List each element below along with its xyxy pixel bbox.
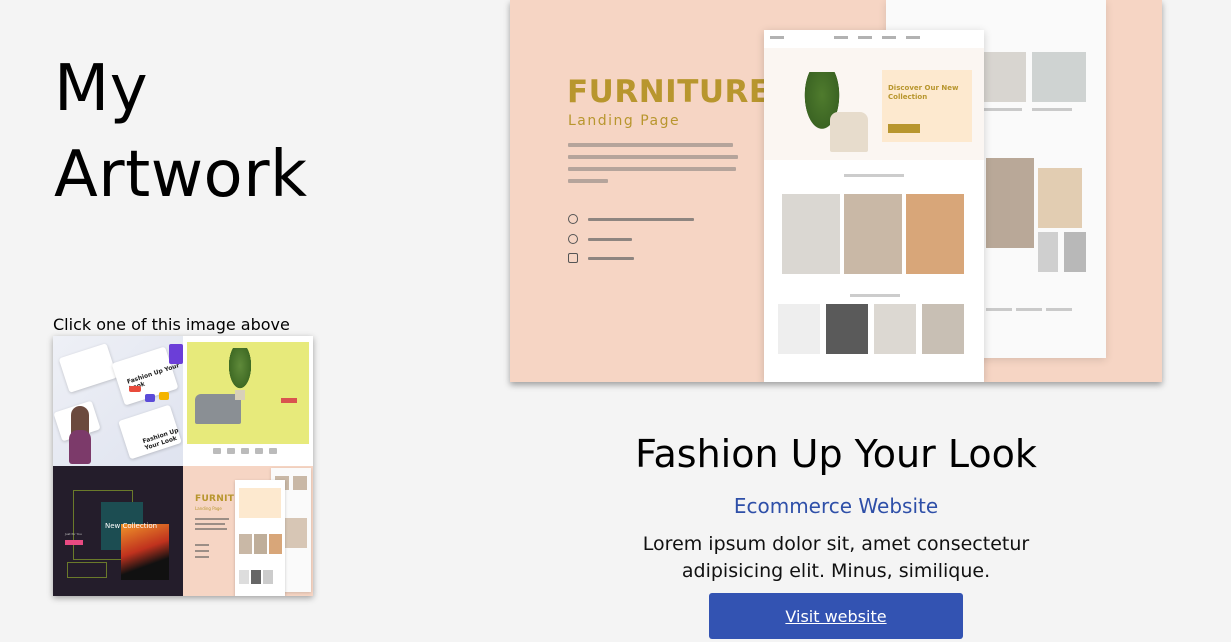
preview-subtitle: Landing Page bbox=[568, 113, 681, 129]
mock-plant bbox=[227, 348, 253, 392]
mock-photo bbox=[121, 524, 169, 580]
project-preview-image[interactable]: FURNITURE Landing Page Discover Our New … bbox=[510, 0, 1162, 382]
model-figure bbox=[69, 430, 91, 464]
project-title: Fashion Up Your Look bbox=[635, 432, 1037, 476]
mock-line bbox=[195, 556, 209, 558]
mock-hero-card: Discover Our New Collection bbox=[882, 70, 972, 142]
visit-website-button[interactable]: Visit website bbox=[709, 593, 963, 639]
behance-icon bbox=[568, 253, 578, 263]
preview-contact-line bbox=[588, 218, 694, 221]
mock-page bbox=[235, 480, 285, 596]
mock-chip bbox=[129, 386, 141, 392]
thumbnail-new-collection[interactable]: New Collection Just for You bbox=[53, 466, 183, 596]
page-title-line1: My bbox=[54, 52, 149, 126]
mock-line bbox=[195, 518, 229, 520]
project-category: Ecommerce Website bbox=[733, 494, 939, 518]
thumbnail-grid: Fashion Up Your Look Fashion Up Your Loo… bbox=[53, 336, 313, 596]
mock-line bbox=[195, 550, 209, 552]
mock-card bbox=[58, 343, 118, 393]
mock-chip bbox=[159, 392, 169, 400]
mock-categories bbox=[782, 194, 964, 274]
thumb-subtitle: Landing Page bbox=[195, 506, 222, 511]
thumbnail-yellow-chair[interactable] bbox=[183, 336, 313, 466]
gallery-hint: Click one of this image above bbox=[53, 315, 290, 334]
mock-chair bbox=[830, 112, 868, 152]
page-title: My Artwork bbox=[54, 46, 308, 218]
mock-line bbox=[195, 544, 209, 546]
mock-button bbox=[281, 398, 297, 403]
thumb-text: New Collection bbox=[105, 522, 158, 530]
thumbnail-furniture[interactable]: FURNITURE Landing Page bbox=[183, 466, 313, 596]
globe-icon bbox=[568, 214, 578, 224]
mock-frame bbox=[67, 562, 107, 578]
mock-chip bbox=[145, 394, 155, 402]
project-description: Lorem ipsum dolor sit, amet consectetur … bbox=[642, 533, 1030, 582]
page-title-line2: Artwork bbox=[54, 138, 308, 212]
mock-products bbox=[778, 304, 964, 354]
thumbnail-fashion[interactable]: Fashion Up Your Look Fashion Up Your Loo… bbox=[53, 336, 183, 466]
mock-chip bbox=[169, 344, 183, 364]
mock-product-row bbox=[213, 448, 283, 456]
preview-description bbox=[568, 143, 738, 191]
preview-contact-line bbox=[588, 257, 634, 260]
preview-contact-line bbox=[588, 238, 632, 241]
mock-line bbox=[195, 523, 225, 525]
mock-pot bbox=[235, 390, 245, 400]
thumb-small-text: Just for You bbox=[65, 532, 82, 536]
mock-line bbox=[195, 528, 227, 530]
mock-button bbox=[65, 540, 83, 545]
social-icon bbox=[568, 234, 578, 244]
mock-page-front: Discover Our New Collection bbox=[764, 30, 984, 382]
mock-hero-card-title: Discover Our New Collection bbox=[888, 84, 959, 101]
preview-title: FURNITURE bbox=[567, 74, 771, 110]
portfolio-page: My Artwork Click one of this image above… bbox=[0, 0, 1231, 642]
